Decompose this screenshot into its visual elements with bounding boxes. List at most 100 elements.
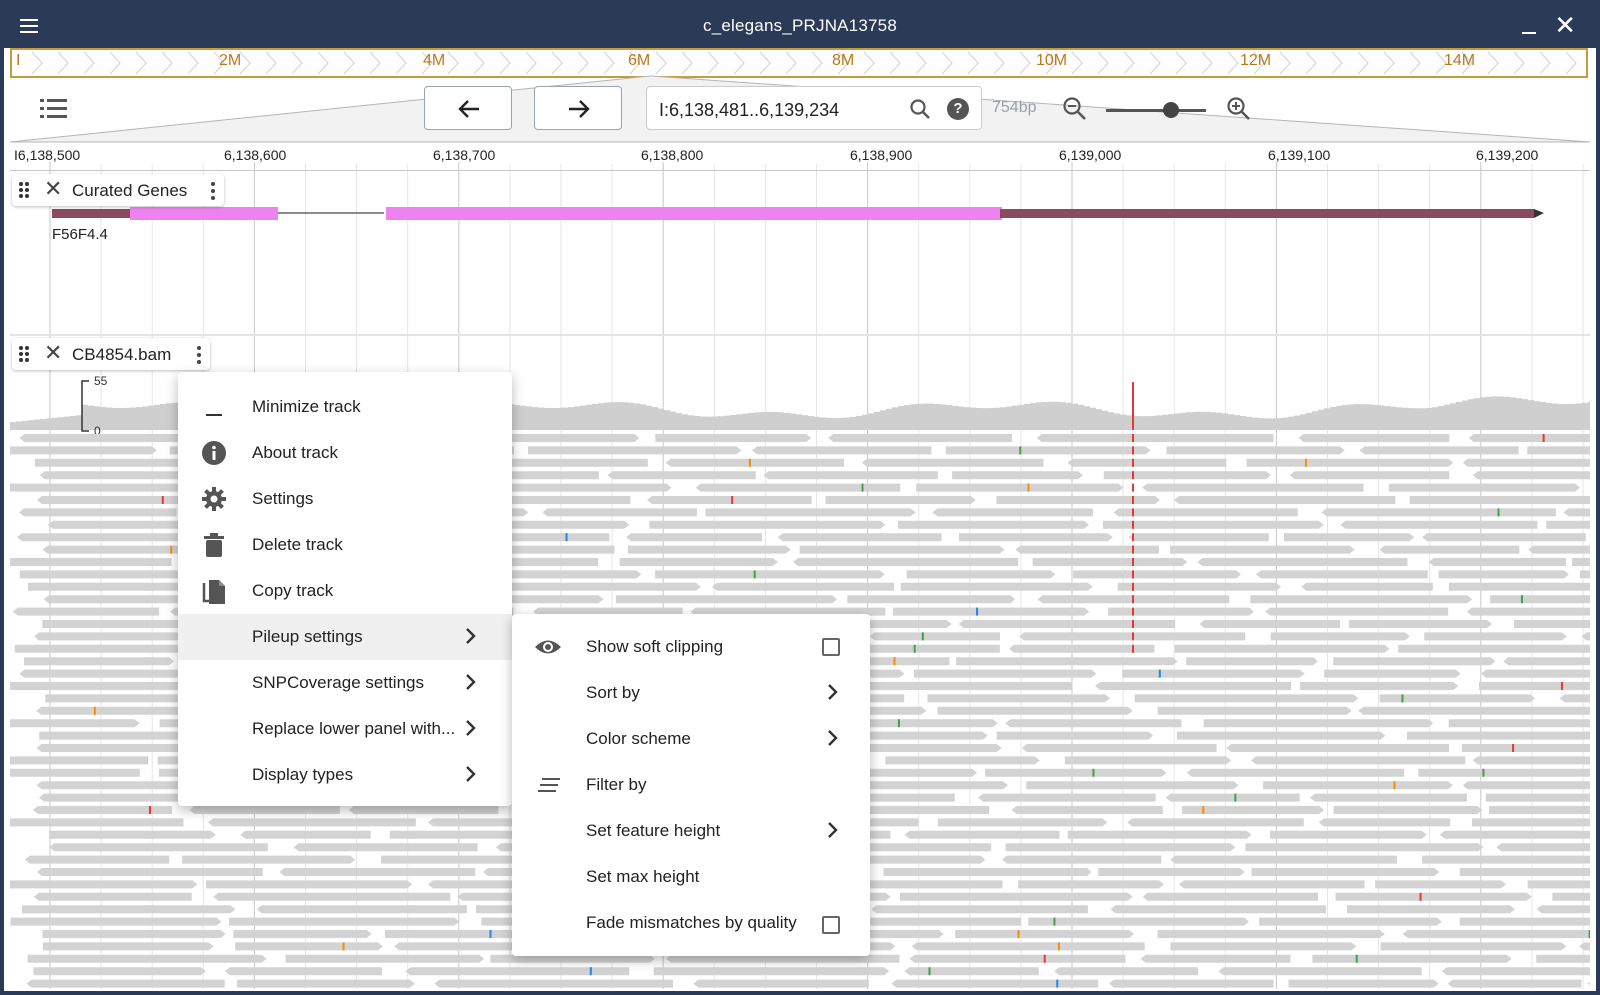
read[interactable] xyxy=(10,818,184,827)
menu-item-about-track[interactable]: About track xyxy=(178,430,512,476)
read[interactable] xyxy=(793,558,1019,566)
read[interactable] xyxy=(1441,967,1590,976)
read[interactable] xyxy=(1528,545,1590,554)
read[interactable] xyxy=(1174,644,1390,653)
read[interactable] xyxy=(1579,570,1590,579)
read[interactable] xyxy=(1335,892,1532,901)
read[interactable] xyxy=(1462,458,1590,467)
read[interactable] xyxy=(1462,781,1590,790)
read[interactable] xyxy=(1157,930,1385,938)
read[interactable] xyxy=(1318,818,1451,827)
read[interactable] xyxy=(1166,446,1345,455)
drag-handle-icon[interactable] xyxy=(18,180,30,200)
read[interactable] xyxy=(1439,830,1590,839)
read[interactable] xyxy=(763,471,938,480)
read[interactable] xyxy=(1289,471,1450,480)
read[interactable] xyxy=(1489,806,1590,814)
read[interactable] xyxy=(607,471,756,480)
read[interactable] xyxy=(10,880,198,889)
read[interactable] xyxy=(847,595,1016,604)
read[interactable] xyxy=(1347,905,1515,914)
read[interactable] xyxy=(10,917,222,926)
read[interactable] xyxy=(1503,657,1590,666)
read[interactable] xyxy=(1103,471,1271,480)
read[interactable] xyxy=(39,731,196,740)
read[interactable] xyxy=(1128,533,1269,542)
read[interactable] xyxy=(666,954,900,963)
read[interactable] xyxy=(1108,979,1274,988)
read[interactable] xyxy=(1563,508,1590,517)
read[interactable] xyxy=(1448,582,1590,591)
read[interactable] xyxy=(1358,706,1590,715)
read[interactable] xyxy=(33,632,182,641)
read[interactable] xyxy=(49,843,268,852)
read[interactable] xyxy=(42,942,214,951)
read[interactable] xyxy=(1102,520,1324,529)
read[interactable] xyxy=(1333,657,1496,666)
read[interactable] xyxy=(1388,483,1580,492)
read[interactable] xyxy=(1095,682,1292,690)
read[interactable] xyxy=(189,806,340,814)
read[interactable] xyxy=(10,558,172,566)
read[interactable] xyxy=(904,830,1060,839)
read[interactable] xyxy=(1015,545,1159,554)
read[interactable] xyxy=(897,520,1090,529)
read[interactable] xyxy=(1468,434,1590,442)
read[interactable] xyxy=(182,855,356,864)
read[interactable] xyxy=(1485,793,1590,802)
read[interactable] xyxy=(1398,644,1590,653)
zoom-in-icon[interactable] xyxy=(1226,96,1252,122)
read[interactable] xyxy=(527,446,742,455)
read[interactable] xyxy=(1438,570,1569,579)
zoom-slider[interactable] xyxy=(1106,102,1206,118)
read[interactable] xyxy=(1380,942,1567,951)
read[interactable] xyxy=(1186,768,1405,777)
read[interactable] xyxy=(911,942,1145,951)
menu-item-color-scheme[interactable]: Color scheme xyxy=(512,716,870,762)
read[interactable] xyxy=(1571,558,1590,566)
track-menu-icon[interactable] xyxy=(210,180,216,202)
drag-handle-icon[interactable] xyxy=(18,344,30,364)
read[interactable] xyxy=(1117,582,1282,591)
read[interactable] xyxy=(1536,905,1590,914)
soft-clipping-checkbox[interactable] xyxy=(822,638,840,656)
read[interactable] xyxy=(405,967,630,976)
minimize-window-icon[interactable] xyxy=(1522,32,1536,34)
read[interactable] xyxy=(828,434,1012,442)
read[interactable] xyxy=(932,508,1094,517)
read[interactable] xyxy=(711,582,895,591)
menu-item-minimize-track[interactable]: Minimize track xyxy=(178,384,512,430)
track-selector-icon[interactable] xyxy=(40,96,70,122)
read[interactable] xyxy=(649,520,886,529)
read[interactable] xyxy=(19,508,177,517)
read[interactable] xyxy=(1402,930,1590,938)
menu-item-display-types[interactable]: Display types xyxy=(178,752,512,798)
read[interactable] xyxy=(1418,768,1590,777)
read[interactable] xyxy=(978,793,1156,802)
read[interactable] xyxy=(1424,632,1567,641)
read[interactable] xyxy=(1113,508,1298,517)
read[interactable] xyxy=(33,892,192,901)
read[interactable] xyxy=(848,781,1008,790)
read[interactable] xyxy=(490,954,655,963)
read[interactable] xyxy=(1142,483,1364,492)
read[interactable] xyxy=(945,446,1151,455)
read[interactable] xyxy=(26,979,225,988)
read[interactable] xyxy=(206,880,413,889)
read[interactable] xyxy=(10,719,140,728)
read[interactable] xyxy=(1170,855,1397,864)
read[interactable] xyxy=(1067,458,1227,467)
scroll-right-button[interactable] xyxy=(534,86,622,130)
location-input[interactable] xyxy=(657,97,911,123)
read[interactable] xyxy=(1409,496,1590,504)
menu-item-pileup-settings[interactable]: Pileup settings xyxy=(178,614,512,660)
read[interactable] xyxy=(871,905,1088,914)
read[interactable] xyxy=(1197,558,1408,566)
read[interactable] xyxy=(916,483,1124,492)
read[interactable] xyxy=(224,967,382,976)
read[interactable] xyxy=(1005,719,1182,728)
read[interactable] xyxy=(1422,855,1590,864)
read[interactable] xyxy=(237,979,415,988)
read[interactable] xyxy=(883,868,1092,876)
read[interactable] xyxy=(49,830,216,839)
